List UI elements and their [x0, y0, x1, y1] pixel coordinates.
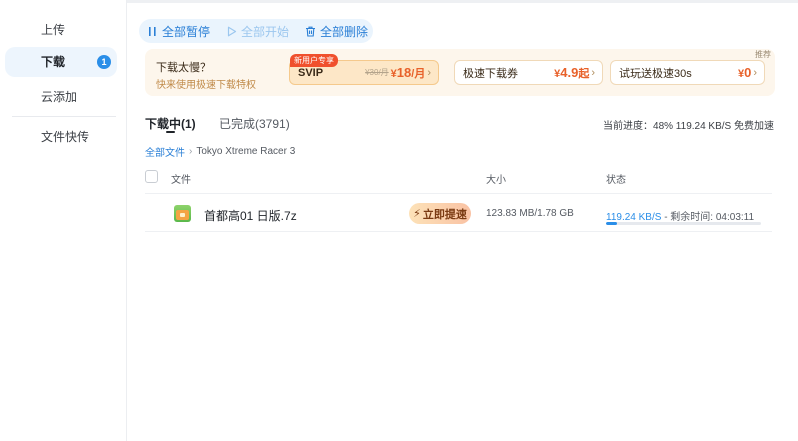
- svip-price: ¥18/月: [390, 64, 426, 80]
- table-row[interactable]: 首都高01 日版.7z ⚡ 立即提速 123.83 MB/1.78 GB 119…: [145, 194, 772, 232]
- select-all-checkbox[interactable]: [145, 170, 158, 183]
- trial-name: 试玩送极速30s: [619, 67, 692, 80]
- breadcrumb-root-link[interactable]: 全部文件: [145, 144, 185, 159]
- sidebar-item-label: 文件快传: [41, 130, 90, 144]
- sidebar-divider: [12, 116, 116, 117]
- sidebar-item-label: 云添加: [41, 90, 78, 104]
- play-icon: [227, 26, 237, 36]
- download-progress-bar: [606, 222, 761, 225]
- file-size: 123.83 MB/1.78 GB: [486, 208, 574, 219]
- ticket-price: ¥4.9起: [554, 64, 590, 80]
- ticket-name: 极速下载券: [463, 67, 518, 80]
- trial-price: ¥0: [737, 65, 752, 80]
- breadcrumb-current: Tokyo Xtreme Racer 3: [196, 146, 296, 157]
- delete-all-button[interactable]: 全部删除: [297, 19, 376, 43]
- file-name[interactable]: 首都高01 日版.7z: [204, 207, 297, 224]
- column-header-file[interactable]: 文件: [171, 171, 191, 186]
- sidebar: 上传 下载 1 云添加 文件快传: [0, 0, 127, 441]
- new-user-tag: 新用户专享: [290, 54, 338, 67]
- download-count-badge: 1: [97, 55, 111, 69]
- trial-offer-card[interactable]: 试玩送极速30s ¥0 ›: [610, 60, 765, 85]
- sidebar-item-upload[interactable]: 上传: [5, 15, 117, 45]
- download-toolbar: 全部暂停 全部开始 全部删除: [139, 19, 373, 43]
- pause-all-label: 全部暂停: [162, 24, 211, 39]
- pause-all-button[interactable]: 全部暂停: [139, 19, 218, 43]
- sidebar-item-label: 上传: [41, 23, 66, 37]
- tab-completed[interactable]: 已完成(3791): [219, 115, 290, 132]
- svip-name: SVIP: [298, 66, 324, 79]
- start-all-label: 全部开始: [241, 24, 290, 39]
- svip-old-price: ¥30/月: [365, 68, 389, 77]
- overall-progress-summary: 当前进度：48% 119.24 KB/S 免费加速: [603, 121, 774, 132]
- start-all-button[interactable]: 全部开始: [218, 19, 297, 43]
- boost-speed-label: 立即提速: [422, 208, 467, 221]
- sidebar-item-label: 下载: [41, 55, 66, 69]
- archive-file-icon: [174, 205, 191, 222]
- promo-title: 下载太慢？: [156, 62, 211, 74]
- boost-speed-button[interactable]: ⚡ 立即提速: [409, 203, 471, 224]
- promo-corner-label: 推荐: [755, 50, 771, 59]
- chevron-right-icon: ›: [753, 66, 757, 79]
- chevron-right-icon: ›: [591, 66, 595, 79]
- pause-icon: [149, 26, 156, 36]
- chevron-right-icon: ›: [427, 66, 431, 79]
- svip-offer-card[interactable]: 新用户专享 SVIP ¥30/月 ¥18/月 ›: [289, 54, 439, 85]
- sidebar-item-cloud-add[interactable]: 云添加: [5, 82, 117, 112]
- promo-subtitle: 快来使用极速下载特权: [156, 80, 256, 91]
- breadcrumb: 全部文件 › Tokyo Xtreme Racer 3: [145, 144, 295, 159]
- download-status: 119.24 KB/S - 剩余时间: 04:03:11: [606, 208, 754, 223]
- tab-downloading[interactable]: 下载中(1): [145, 115, 196, 132]
- delete-all-label: 全部删除: [320, 24, 369, 39]
- column-header-size[interactable]: 大小: [486, 171, 506, 186]
- lightning-icon: ⚡: [413, 208, 421, 220]
- speed-promo-banner: 推荐 下载太慢？ 快来使用极速下载特权 新用户专享 SVIP ¥30/月 ¥18…: [145, 49, 775, 96]
- chevron-right-icon: ›: [189, 146, 193, 157]
- active-tab-indicator: [166, 131, 175, 133]
- sidebar-item-download[interactable]: 下载 1: [5, 47, 117, 77]
- speed-ticket-offer-card[interactable]: 极速下载券 ¥4.9起 ›: [454, 60, 603, 85]
- trash-icon: [306, 26, 316, 37]
- download-progress-fill: [606, 222, 617, 225]
- sidebar-item-quick-transfer[interactable]: 文件快传: [5, 122, 117, 152]
- column-header-status[interactable]: 状态: [606, 171, 626, 186]
